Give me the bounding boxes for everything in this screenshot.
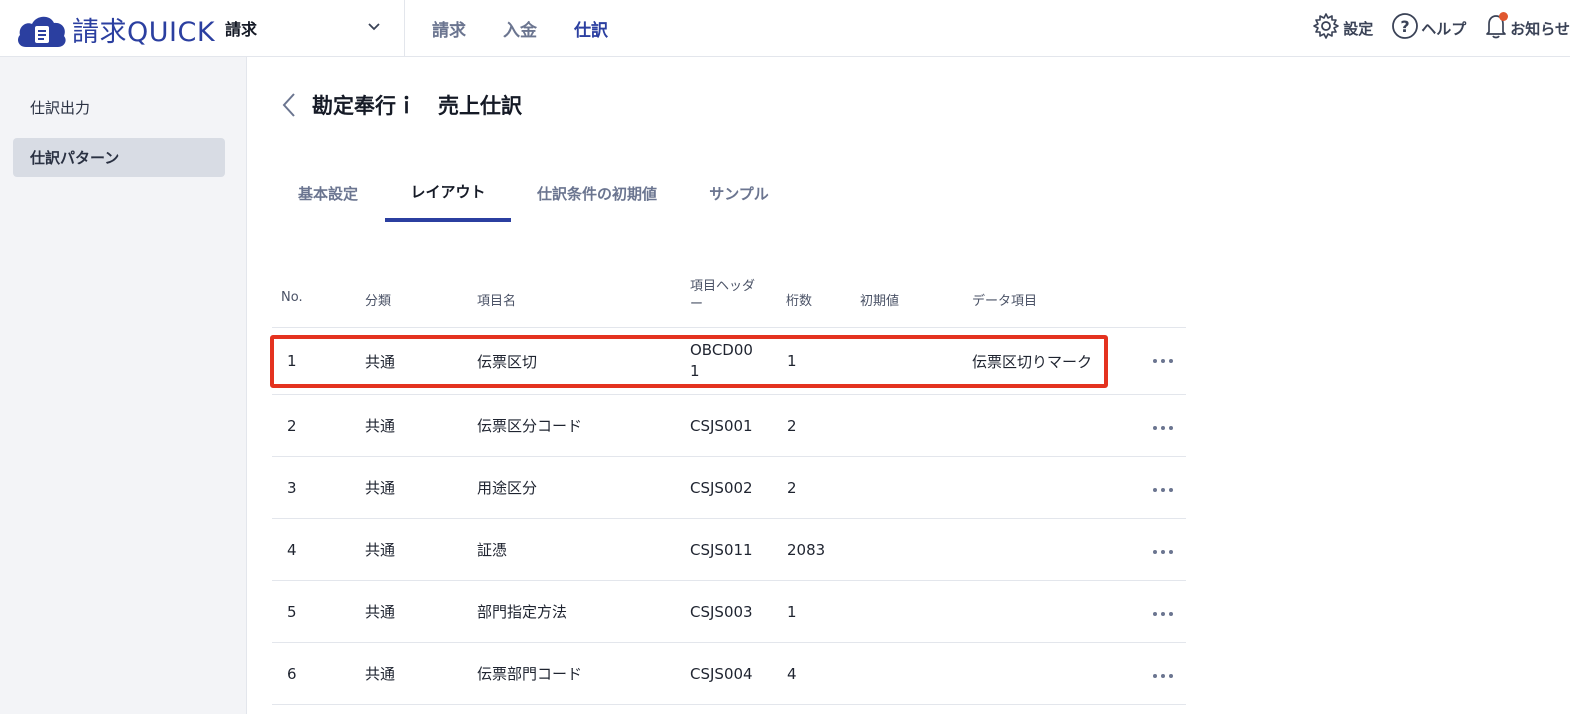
col-item-header: 項目ヘッダー: [690, 279, 756, 312]
cell-category: 共通: [365, 479, 396, 497]
cell-item-name: 証憑: [477, 541, 508, 559]
settings-label: 設定: [1343, 19, 1374, 38]
cell-item-header: CSJS003: [690, 602, 753, 621]
table-row[interactable]: 6 共通 伝票部門コード CSJS004 4: [272, 643, 1186, 705]
cell-item-name: 部門指定方法: [477, 603, 568, 621]
col-digits: 桁数: [786, 294, 813, 309]
layout-table: No. 分類 項目名 項目ヘッダー 桁数 初期値 データ項目 1 共通 伝票区切…: [272, 268, 1186, 705]
more-options-icon[interactable]: [1152, 350, 1174, 369]
table-row[interactable]: 3 共通 用途区分 CSJS002 2: [272, 457, 1186, 519]
product-select-value: 請求: [225, 20, 258, 39]
gear-icon: [1311, 11, 1343, 45]
table-header: No. 分類 項目名 項目ヘッダー 桁数 初期値 データ項目: [272, 268, 1186, 328]
top-nav: 請求 入金 仕訳: [432, 0, 645, 56]
product-select[interactable]: 請求: [225, 0, 405, 56]
help-button[interactable]: ? ヘルプ: [1391, 12, 1466, 44]
cell-category: 共通: [365, 541, 396, 559]
cell-item-name: 伝票区分コード: [477, 417, 583, 435]
cell-category: 共通: [365, 417, 396, 435]
cell-no: 3: [287, 478, 297, 497]
cell-digits: 2: [787, 416, 797, 435]
cell-item-name: 伝票部門コード: [477, 665, 583, 683]
page-title: 勘定奉行ｉ 売上仕訳: [312, 94, 522, 118]
chevron-down-icon: [366, 19, 382, 39]
more-options-icon[interactable]: [1152, 603, 1174, 622]
cell-item-name: 用途区分: [477, 479, 538, 497]
cell-data-item: 伝票区切りマーク: [972, 352, 1093, 371]
table-row[interactable]: 4 共通 証憑 CSJS011 2083: [272, 519, 1186, 581]
cell-no: 6: [287, 664, 297, 683]
nav-journal[interactable]: 仕訳: [574, 16, 608, 41]
sidebar-item-journal-output[interactable]: 仕訳出力: [13, 88, 225, 127]
cloud-document-icon: [16, 11, 68, 49]
table-row[interactable]: 1 共通 伝票区切 OBCD001 1 伝票区切りマーク: [272, 328, 1186, 395]
cell-category: 共通: [365, 352, 396, 371]
cell-no: 5: [287, 602, 297, 621]
tab-basic-settings[interactable]: 基本設定: [272, 165, 384, 222]
cell-item-header: CSJS001: [690, 416, 753, 435]
tab-layout[interactable]: レイアウト: [385, 165, 511, 222]
col-no: No.: [281, 290, 303, 305]
nav-invoice[interactable]: 請求: [432, 16, 466, 41]
app-logo[interactable]: 請求QUICK: [16, 10, 215, 49]
sidebar: 仕訳出力 仕訳パターン: [0, 57, 247, 714]
help-icon: ?: [1391, 12, 1421, 44]
logo-text: 請求QUICK: [72, 17, 216, 48]
cell-category: 共通: [365, 665, 396, 683]
cell-no: 1: [287, 352, 297, 370]
svg-text:?: ?: [1401, 17, 1410, 36]
cell-digits: 1: [787, 602, 797, 621]
col-data-item: データ項目: [972, 294, 1038, 309]
cell-digits: 1: [787, 352, 797, 370]
col-initial-value: 初期値: [860, 294, 900, 309]
notifications-label: お知らせ: [1510, 19, 1570, 38]
cell-item-header: OBCD001: [690, 341, 753, 380]
table-row[interactable]: 5 共通 部門指定方法 CSJS003 1: [272, 581, 1186, 643]
nav-payment[interactable]: 入金: [503, 16, 537, 41]
cell-item-name: 伝票区切: [477, 352, 538, 371]
top-header: 請求QUICK 請求 請求 入金 仕訳 設定 ? ヘルプ お知らせ: [0, 0, 1570, 57]
bell-icon: [1484, 12, 1510, 44]
sidebar-item-journal-pattern[interactable]: 仕訳パターン: [13, 138, 225, 177]
header-actions: 設定 ? ヘルプ お知らせ: [1293, 0, 1570, 56]
settings-button[interactable]: 設定: [1311, 11, 1373, 45]
tab-sample[interactable]: サンプル: [692, 165, 786, 222]
more-options-icon[interactable]: [1152, 479, 1174, 498]
cell-item-header: CSJS004: [690, 664, 753, 683]
back-arrow-icon[interactable]: [279, 91, 299, 123]
notifications-button[interactable]: お知らせ: [1484, 12, 1570, 44]
more-options-icon[interactable]: [1152, 665, 1174, 684]
col-item-name: 項目名: [477, 294, 517, 309]
table-row[interactable]: 2 共通 伝票区分コード CSJS001 2: [272, 395, 1186, 457]
more-options-icon[interactable]: [1152, 417, 1174, 436]
cell-digits: 4: [787, 664, 797, 683]
cell-category: 共通: [365, 603, 396, 621]
col-category: 分類: [365, 294, 392, 309]
help-label: ヘルプ: [1421, 19, 1467, 38]
cell-no: 4: [287, 540, 297, 559]
more-options-icon[interactable]: [1152, 541, 1174, 560]
cell-item-header: CSJS002: [690, 478, 753, 497]
cell-no: 2: [287, 416, 297, 435]
cell-digits: 2: [787, 478, 797, 497]
tab-initial-conditions[interactable]: 仕訳条件の初期値: [522, 165, 672, 222]
cell-digits: 2083: [787, 540, 826, 559]
cell-item-header: CSJS011: [690, 540, 753, 559]
